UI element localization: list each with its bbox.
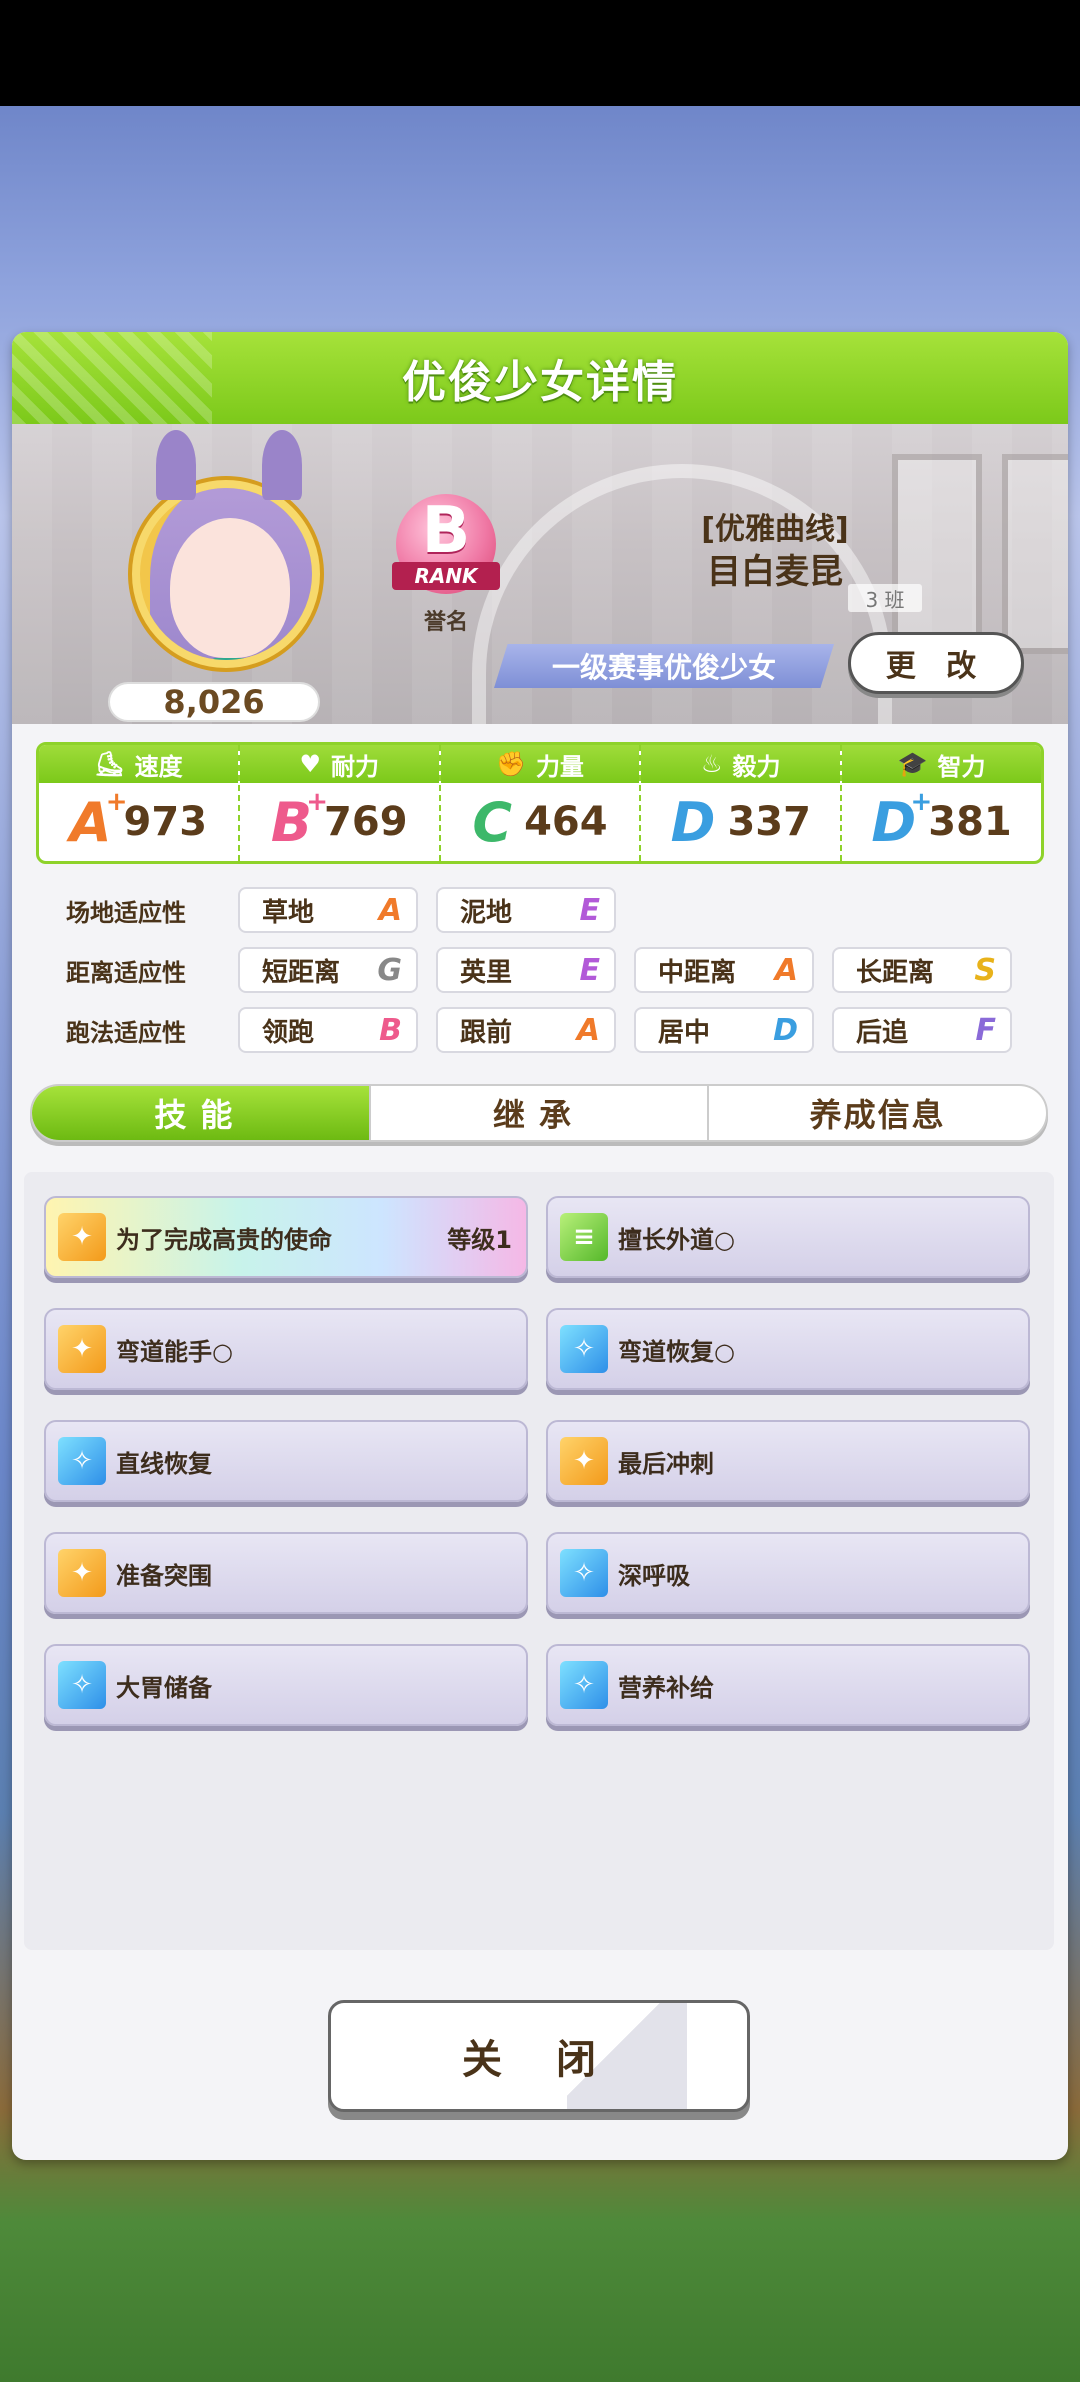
skill-item[interactable]: ✦ 准备突围 [44, 1532, 528, 1614]
character-epithet: [优雅曲线] [701, 512, 849, 547]
skill-level: 等级1 [447, 1225, 512, 1254]
apt-late: 居中 D [634, 1007, 814, 1053]
stat-grade: D + [871, 786, 933, 854]
skill-item[interactable]: ✧ 深呼吸 [546, 1532, 1030, 1614]
stat-grade: B + [270, 786, 329, 854]
stat-label: 速度 [134, 752, 183, 781]
distance-aptitude-row: 距离适应性 [36, 946, 236, 994]
change-button[interactable]: 更 改 [848, 632, 1024, 694]
rank-caption: 誉名 [423, 610, 468, 635]
sparkle-icon: ✧ [560, 1661, 608, 1709]
skill-item[interactable]: ✦ 弯道能手○ [44, 1308, 528, 1390]
apt-label: 场地适应性 [66, 898, 186, 927]
style-aptitude-row: 跑法适应性 [36, 1006, 236, 1054]
apt-label: 跑法适应性 [66, 1018, 186, 1047]
skill-item[interactable]: ✧ 直线恢复 [44, 1420, 528, 1502]
header-pattern [12, 332, 212, 424]
sparkle-icon: ✧ [58, 1437, 106, 1485]
stat-grade: A + [69, 786, 128, 854]
skill-item[interactable]: ≡ 擅长外道○ [546, 1196, 1030, 1278]
shoe-icon: ⛸ [94, 750, 125, 778]
window [892, 454, 982, 654]
stat-power: ✊ 力量 C 464 [440, 745, 642, 861]
close-button[interactable]: 关 闭 [328, 2000, 750, 2112]
skill-item[interactable]: ✧ 弯道恢复○ [546, 1308, 1030, 1390]
skill-item[interactable]: ✦ 最后冲刺 [546, 1420, 1030, 1502]
stat-guts: ♨ 毅力 D 337 [641, 745, 843, 861]
flame-icon: ♨ [701, 750, 723, 778]
stat-label: 智力 [937, 752, 986, 781]
sparkle-icon: ✧ [58, 1661, 106, 1709]
runner-icon: ✦ [560, 1437, 608, 1485]
horse-ear-icon [156, 430, 196, 500]
stat-grade: D [670, 790, 716, 854]
rank-word: RANK [392, 562, 500, 590]
stat-grade: C [472, 790, 513, 854]
apt-medium: 中距离 A [634, 947, 814, 993]
window [1002, 454, 1068, 654]
runner-icon: ✦ [58, 1549, 106, 1597]
character-portrait[interactable] [132, 430, 328, 670]
skill-item[interactable]: ✧ 营养补给 [546, 1644, 1030, 1726]
stat-value: 464 [524, 799, 608, 845]
tab-inheritance[interactable]: 继承 [371, 1086, 710, 1140]
heart-icon: ♥ [299, 750, 321, 778]
title-banner: 一级赛事优俊少女 [494, 644, 834, 688]
sparkle-icon: ✧ [560, 1549, 608, 1597]
apt-short: 短距离 G [238, 947, 418, 993]
stat-speed: ⛸ 速度 A +973 [39, 745, 240, 861]
apt-pace: 跟前 A [436, 1007, 616, 1053]
apt-long: 长距离 S [832, 947, 1012, 993]
runner-icon: ✦ [58, 1325, 106, 1373]
apt-label: 距离适应性 [66, 958, 186, 987]
portrait-frame [132, 480, 320, 668]
runner-icon: ✦ [58, 1213, 106, 1261]
stat-wisdom: 🎓 智力 D +381 [842, 745, 1041, 861]
apt-end: 后追 F [832, 1007, 1012, 1053]
fan-count: 8,026 [108, 682, 320, 722]
stat-label: 力量 [535, 752, 584, 781]
sparkle-icon: ✧ [560, 1325, 608, 1373]
apt-mile: 英里 E [436, 947, 616, 993]
status-bar [0, 0, 1080, 106]
graduation-cap-icon: 🎓 [897, 750, 928, 778]
tab-skills[interactable]: 技能 [32, 1086, 371, 1140]
stat-value: 381 [928, 799, 1012, 845]
skill-item[interactable]: ✧ 大胃储备 [44, 1644, 528, 1726]
tab-training-info[interactable]: 养成信息 [709, 1086, 1046, 1140]
panel-header: 优俊少女详情 [12, 332, 1068, 424]
skill-item[interactable]: ✦ 为了完成高贵的使命 等级1 [44, 1196, 528, 1278]
apt-dirt: 泥地 E [436, 887, 616, 933]
stat-label: 毅力 [732, 752, 781, 781]
stats-panel: ⛸ 速度 A +973 ♥ 耐力 B +769 ✊ 力量 C 464 ♨ 毅力 D 337 🎓 智… [36, 742, 1044, 864]
class-sign: 3 班 [848, 584, 922, 612]
stat-value: 769 [324, 799, 408, 845]
stat-value: 337 [727, 799, 811, 845]
apt-turf: 草地 A [238, 887, 418, 933]
arm-icon: ✊ [496, 750, 526, 778]
horse-ear-icon [262, 430, 302, 500]
document-icon: ≡ [560, 1213, 608, 1261]
stat-stamina: ♥ 耐力 B +769 [239, 745, 441, 861]
stat-label: 耐力 [330, 752, 379, 781]
rank-badge: B RANK [392, 494, 500, 598]
stat-value: 973 [123, 799, 208, 845]
track-aptitude-row: 场地适应性 [36, 886, 236, 934]
detail-tabs: 技能 继承 养成信息 [30, 1084, 1048, 1142]
panel-title: 优俊少女详情 [402, 357, 678, 408]
apt-front: 领跑 B [238, 1007, 418, 1053]
